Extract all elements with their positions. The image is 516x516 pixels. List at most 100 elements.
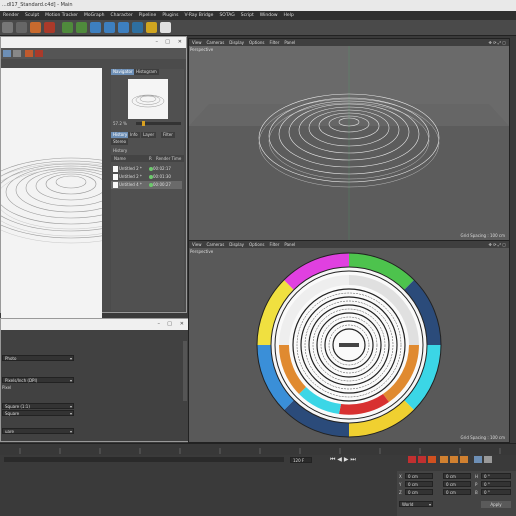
menu-mograph[interactable]: MoGraph: [84, 11, 104, 20]
tab-filter[interactable]: Filter: [161, 132, 175, 138]
history-row-selected[interactable]: Untitled 4 * 00:00:27: [111, 181, 182, 189]
end-frame-field[interactable]: 120 F: [290, 457, 312, 463]
viewport-perspective-bottom[interactable]: View Cameras Display Options Filter Pane…: [188, 240, 510, 443]
tab-history[interactable]: History: [111, 132, 130, 138]
resolution-unit-dropdown[interactable]: Pixels/Inch (DPI): [2, 377, 74, 384]
size-x-field[interactable]: 0 cm: [443, 473, 471, 479]
viewport-perspective-top[interactable]: View Cameras Display Options Filter Pane…: [188, 38, 510, 241]
camera-icon[interactable]: [146, 22, 157, 33]
history-thumb: [113, 182, 118, 188]
menu-render[interactable]: Render: [3, 11, 19, 20]
render-settings-icon[interactable]: [44, 22, 55, 33]
render-settings-icon[interactable]: [35, 50, 43, 57]
size-z-field[interactable]: 0 cm: [443, 489, 471, 495]
render-region-icon[interactable]: [2, 22, 13, 33]
render-view-icon[interactable]: [16, 22, 27, 33]
film-aspect-dropdown[interactable]: Square (1:1): [2, 403, 74, 410]
autokey-icon[interactable]: [418, 456, 426, 463]
tab-histogram[interactable]: Histogram: [134, 69, 159, 75]
frame-range-bar[interactable]: [4, 457, 284, 462]
menu-view[interactable]: View: [192, 241, 202, 248]
menu-vray-bridge[interactable]: V-Ray Bridge: [184, 11, 213, 20]
scale-key-icon[interactable]: [450, 456, 458, 463]
menu-help[interactable]: Help: [284, 11, 294, 20]
playback-controls-icon[interactable]: ⏮ ◀ ▶ ⏭: [330, 456, 356, 464]
menu-view[interactable]: View: [192, 39, 202, 46]
pos-x-field[interactable]: 0 cm: [405, 473, 433, 479]
minimize-icon[interactable]: –: [158, 321, 161, 327]
pos-z-field[interactable]: 0 cm: [405, 489, 433, 495]
zoom-slider[interactable]: [136, 121, 181, 126]
grid-spacing: Grid Spacing : 100 cm: [460, 435, 505, 440]
menu-cameras[interactable]: Cameras: [207, 241, 225, 248]
tab-navigator[interactable]: Navigator: [111, 69, 135, 75]
pos-z-label: Z: [399, 490, 402, 495]
pos-y-field[interactable]: 0 cm: [405, 481, 433, 487]
menu-pipeline[interactable]: Pipeline: [139, 11, 157, 20]
menu-options[interactable]: Options: [249, 241, 264, 248]
rot-b-field[interactable]: 0 °: [481, 489, 511, 495]
menu-script[interactable]: Script: [241, 11, 254, 20]
light-icon[interactable]: [160, 22, 171, 33]
menu-display[interactable]: Display: [229, 39, 244, 46]
menu-cameras[interactable]: Cameras: [207, 39, 225, 46]
close-icon[interactable]: ✕: [178, 39, 182, 45]
stop-icon[interactable]: [13, 50, 21, 57]
coord-mode-dropdown[interactable]: World: [399, 501, 433, 508]
minimize-icon[interactable]: –: [156, 39, 159, 45]
menu-plugins[interactable]: Plugins: [162, 11, 178, 20]
pixel-aspect-dropdown[interactable]: Square: [2, 410, 74, 417]
pen-icon[interactable]: [76, 22, 87, 33]
close-icon[interactable]: ✕: [180, 321, 184, 327]
zoom-slider-handle[interactable]: [142, 121, 145, 126]
column-r[interactable]: R: [149, 155, 152, 162]
move-key-icon[interactable]: [440, 456, 448, 463]
maximize-icon[interactable]: □: [165, 39, 170, 45]
tab-layer[interactable]: Layer: [141, 132, 157, 138]
navigator-thumbnail[interactable]: [128, 79, 168, 119]
keyframe-icon[interactable]: [428, 456, 436, 463]
menu-motion-tracker[interactable]: Motion Tracker: [45, 11, 78, 20]
history-row[interactable]: Untitled 2 * 00:02:17: [111, 165, 182, 173]
menu-sotag[interactable]: SOTAG: [219, 11, 234, 20]
menu-character[interactable]: Character: [110, 11, 132, 20]
column-render-time[interactable]: Render Time: [156, 155, 181, 162]
record-icon[interactable]: [408, 456, 416, 463]
menu-options[interactable]: Options: [249, 39, 264, 46]
tab-stereo[interactable]: Stereo: [111, 139, 129, 145]
menu-sculpt[interactable]: Sculpt: [25, 11, 39, 20]
menu-panel[interactable]: Panel: [284, 241, 295, 248]
render-region-dropdown[interactable]: uare: [2, 428, 74, 435]
grid-key-icon[interactable]: [484, 456, 492, 463]
rot-p-field[interactable]: 0 °: [481, 481, 511, 487]
scene-icon[interactable]: [132, 22, 143, 33]
maximize-icon[interactable]: □: [167, 321, 172, 327]
timeline-ruler[interactable]: [0, 443, 516, 455]
render-picture-viewer-icon[interactable]: [30, 22, 41, 33]
deformer-icon[interactable]: [118, 22, 129, 33]
viewport-nav-icons[interactable]: ✥ ⟳ ⤢ ▢: [489, 40, 507, 45]
tab-info[interactable]: Info: [128, 132, 140, 138]
render-icon[interactable]: [25, 50, 33, 57]
array-icon[interactable]: [104, 22, 115, 33]
history-row[interactable]: Untitled 2 * 00:01:30: [111, 173, 182, 181]
menu-display[interactable]: Display: [229, 241, 244, 248]
menu-window[interactable]: Window: [260, 11, 278, 20]
menu-filter[interactable]: Filter: [269, 241, 279, 248]
menu-filter[interactable]: Filter: [269, 39, 279, 46]
subdivision-icon[interactable]: [90, 22, 101, 33]
rotate-key-icon[interactable]: [460, 456, 468, 463]
rot-h-field[interactable]: 0 °: [481, 473, 511, 479]
apply-button[interactable]: Apply: [481, 501, 511, 508]
menu-panel[interactable]: Panel: [284, 39, 295, 46]
size-y-field[interactable]: 0 cm: [443, 481, 471, 487]
viewport-nav-icons[interactable]: ✥ ⟳ ⤢ ▢: [489, 242, 507, 247]
view-icon[interactable]: [3, 50, 11, 57]
scrollbar[interactable]: [183, 341, 187, 401]
column-name[interactable]: Name: [114, 155, 126, 162]
preset-dropdown[interactable]: Photo: [2, 355, 74, 362]
history-time: 00:00:27: [153, 182, 171, 187]
viewport-menu: View Cameras Display Options Filter Pane…: [189, 241, 509, 248]
cube-icon[interactable]: [62, 22, 73, 33]
param-key-icon[interactable]: [474, 456, 482, 463]
